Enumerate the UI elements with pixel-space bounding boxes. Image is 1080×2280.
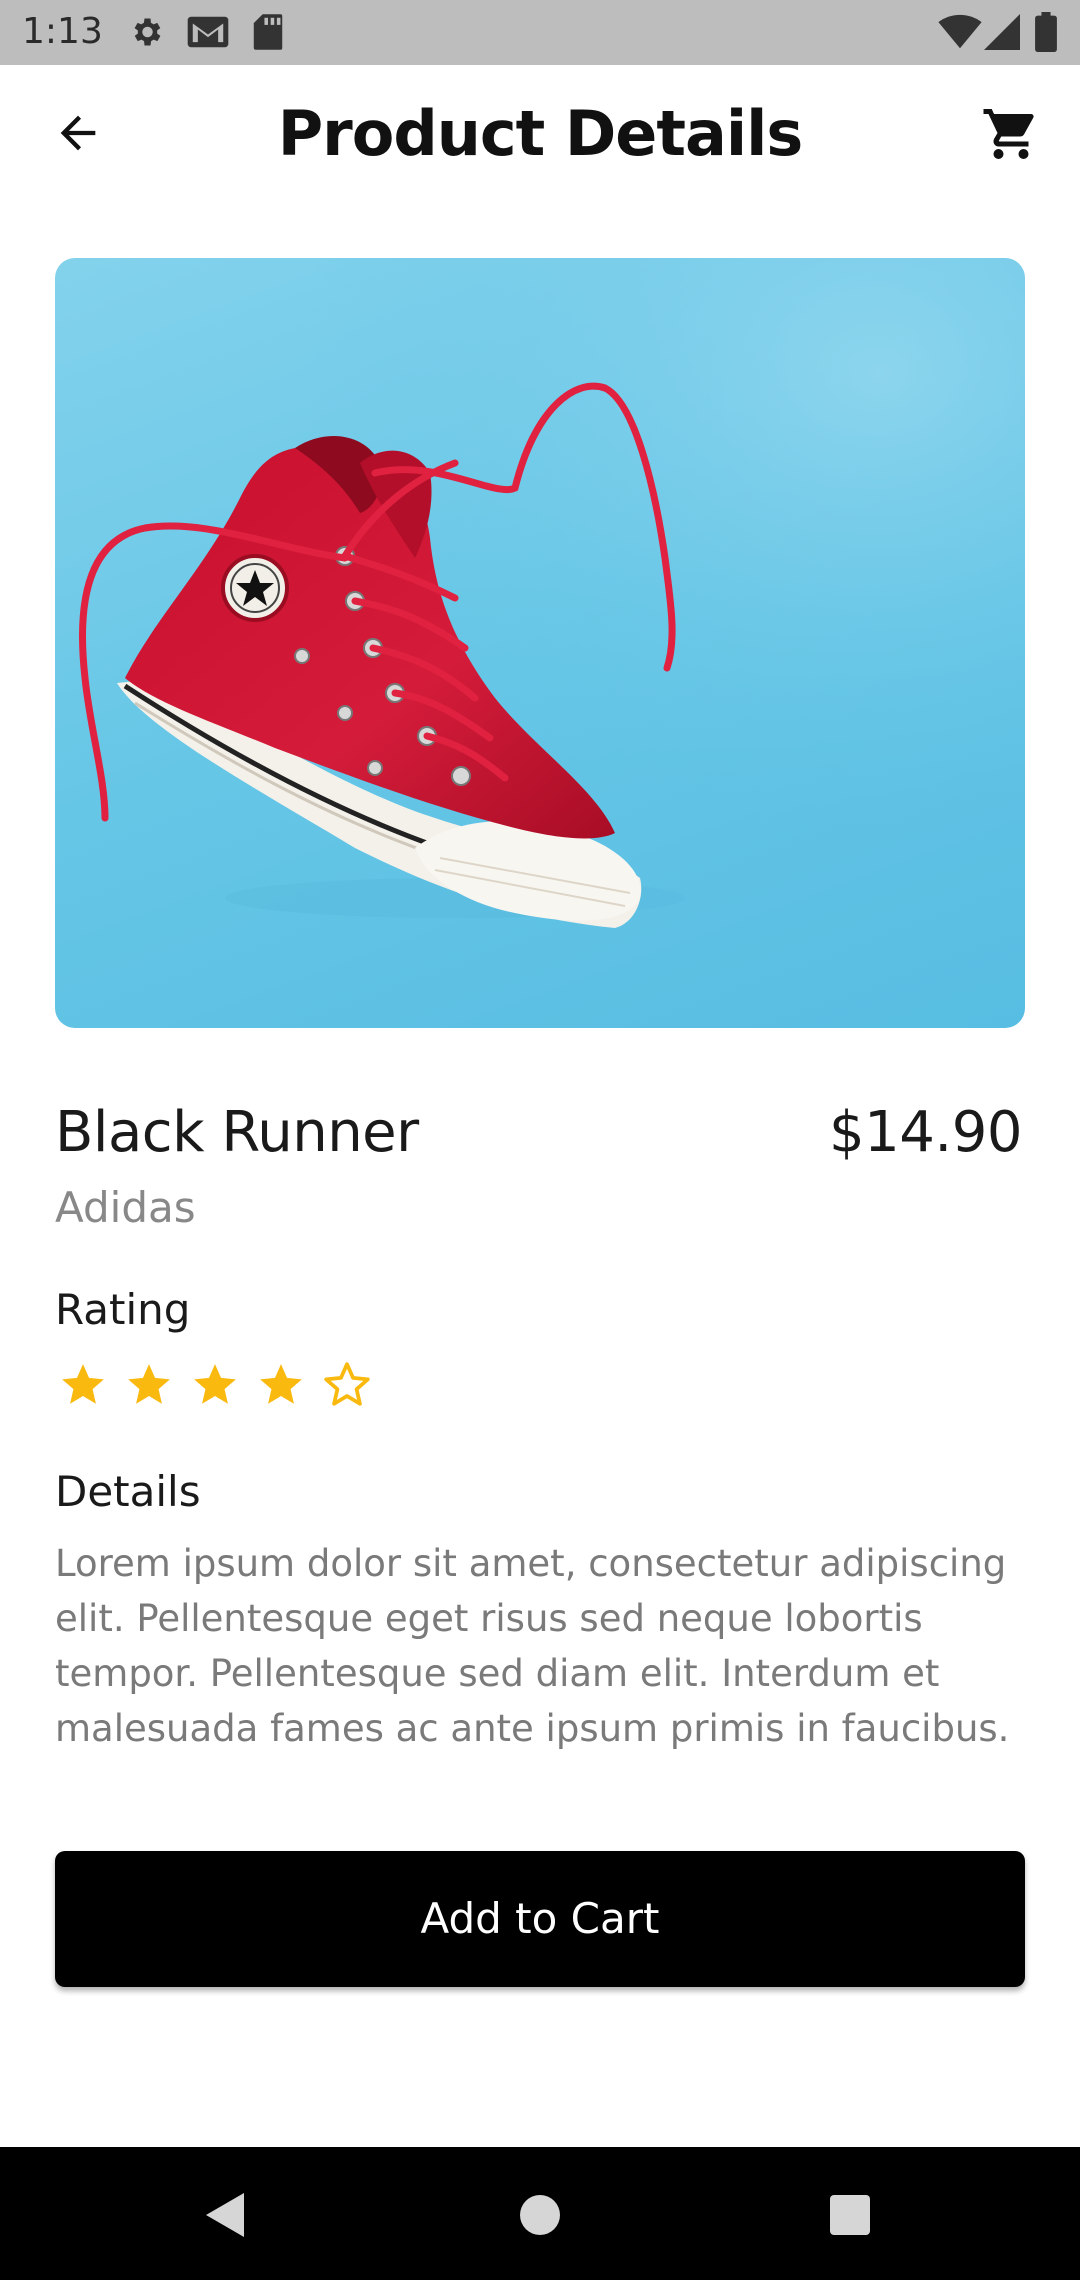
star-filled-icon[interactable]	[190, 1360, 240, 1410]
product-price: $14.90	[829, 1100, 1022, 1165]
nav-recents-button[interactable]	[810, 2177, 890, 2257]
product-brand: Adidas	[55, 1183, 196, 1232]
details-text: Lorem ipsum dolor sit amet, consectetur …	[55, 1542, 1010, 1750]
status-time: 1:13	[22, 11, 103, 52]
nav-back-button[interactable]	[186, 2177, 266, 2257]
cell-signal-icon	[984, 14, 1020, 50]
battery-icon	[1034, 12, 1058, 52]
product-details-screen: 1:13 Product Details Black Runner $14.90…	[0, 0, 1080, 2280]
nav-recents-icon	[828, 2193, 872, 2241]
cart-button[interactable]	[976, 101, 1046, 171]
shopping-cart-icon	[981, 104, 1041, 168]
sneaker-illustration	[55, 258, 1025, 1028]
gear-icon	[128, 12, 164, 52]
star-filled-icon[interactable]	[124, 1360, 174, 1410]
details-label: Details	[55, 1467, 201, 1516]
app-bar: Product Details	[0, 65, 1080, 205]
star-filled-icon[interactable]	[256, 1360, 306, 1410]
add-to-cart-button[interactable]: Add to Cart	[55, 1851, 1025, 1987]
nav-home-button[interactable]	[500, 2177, 580, 2257]
sd-card-icon	[252, 12, 284, 52]
product-image	[55, 258, 1025, 1028]
status-bar: 1:13	[0, 0, 1080, 65]
product-name: Black Runner	[55, 1100, 419, 1165]
gmail-icon	[186, 12, 230, 52]
star-filled-icon[interactable]	[58, 1360, 108, 1410]
page-title: Product Details	[277, 97, 804, 170]
navigation-bar	[0, 2147, 1080, 2280]
nav-back-icon	[204, 2191, 248, 2243]
star-outline-icon[interactable]	[322, 1360, 372, 1410]
nav-home-icon	[518, 2193, 562, 2241]
rating-label: Rating	[55, 1285, 191, 1334]
rating-stars[interactable]	[58, 1360, 372, 1424]
wifi-icon	[938, 14, 982, 50]
